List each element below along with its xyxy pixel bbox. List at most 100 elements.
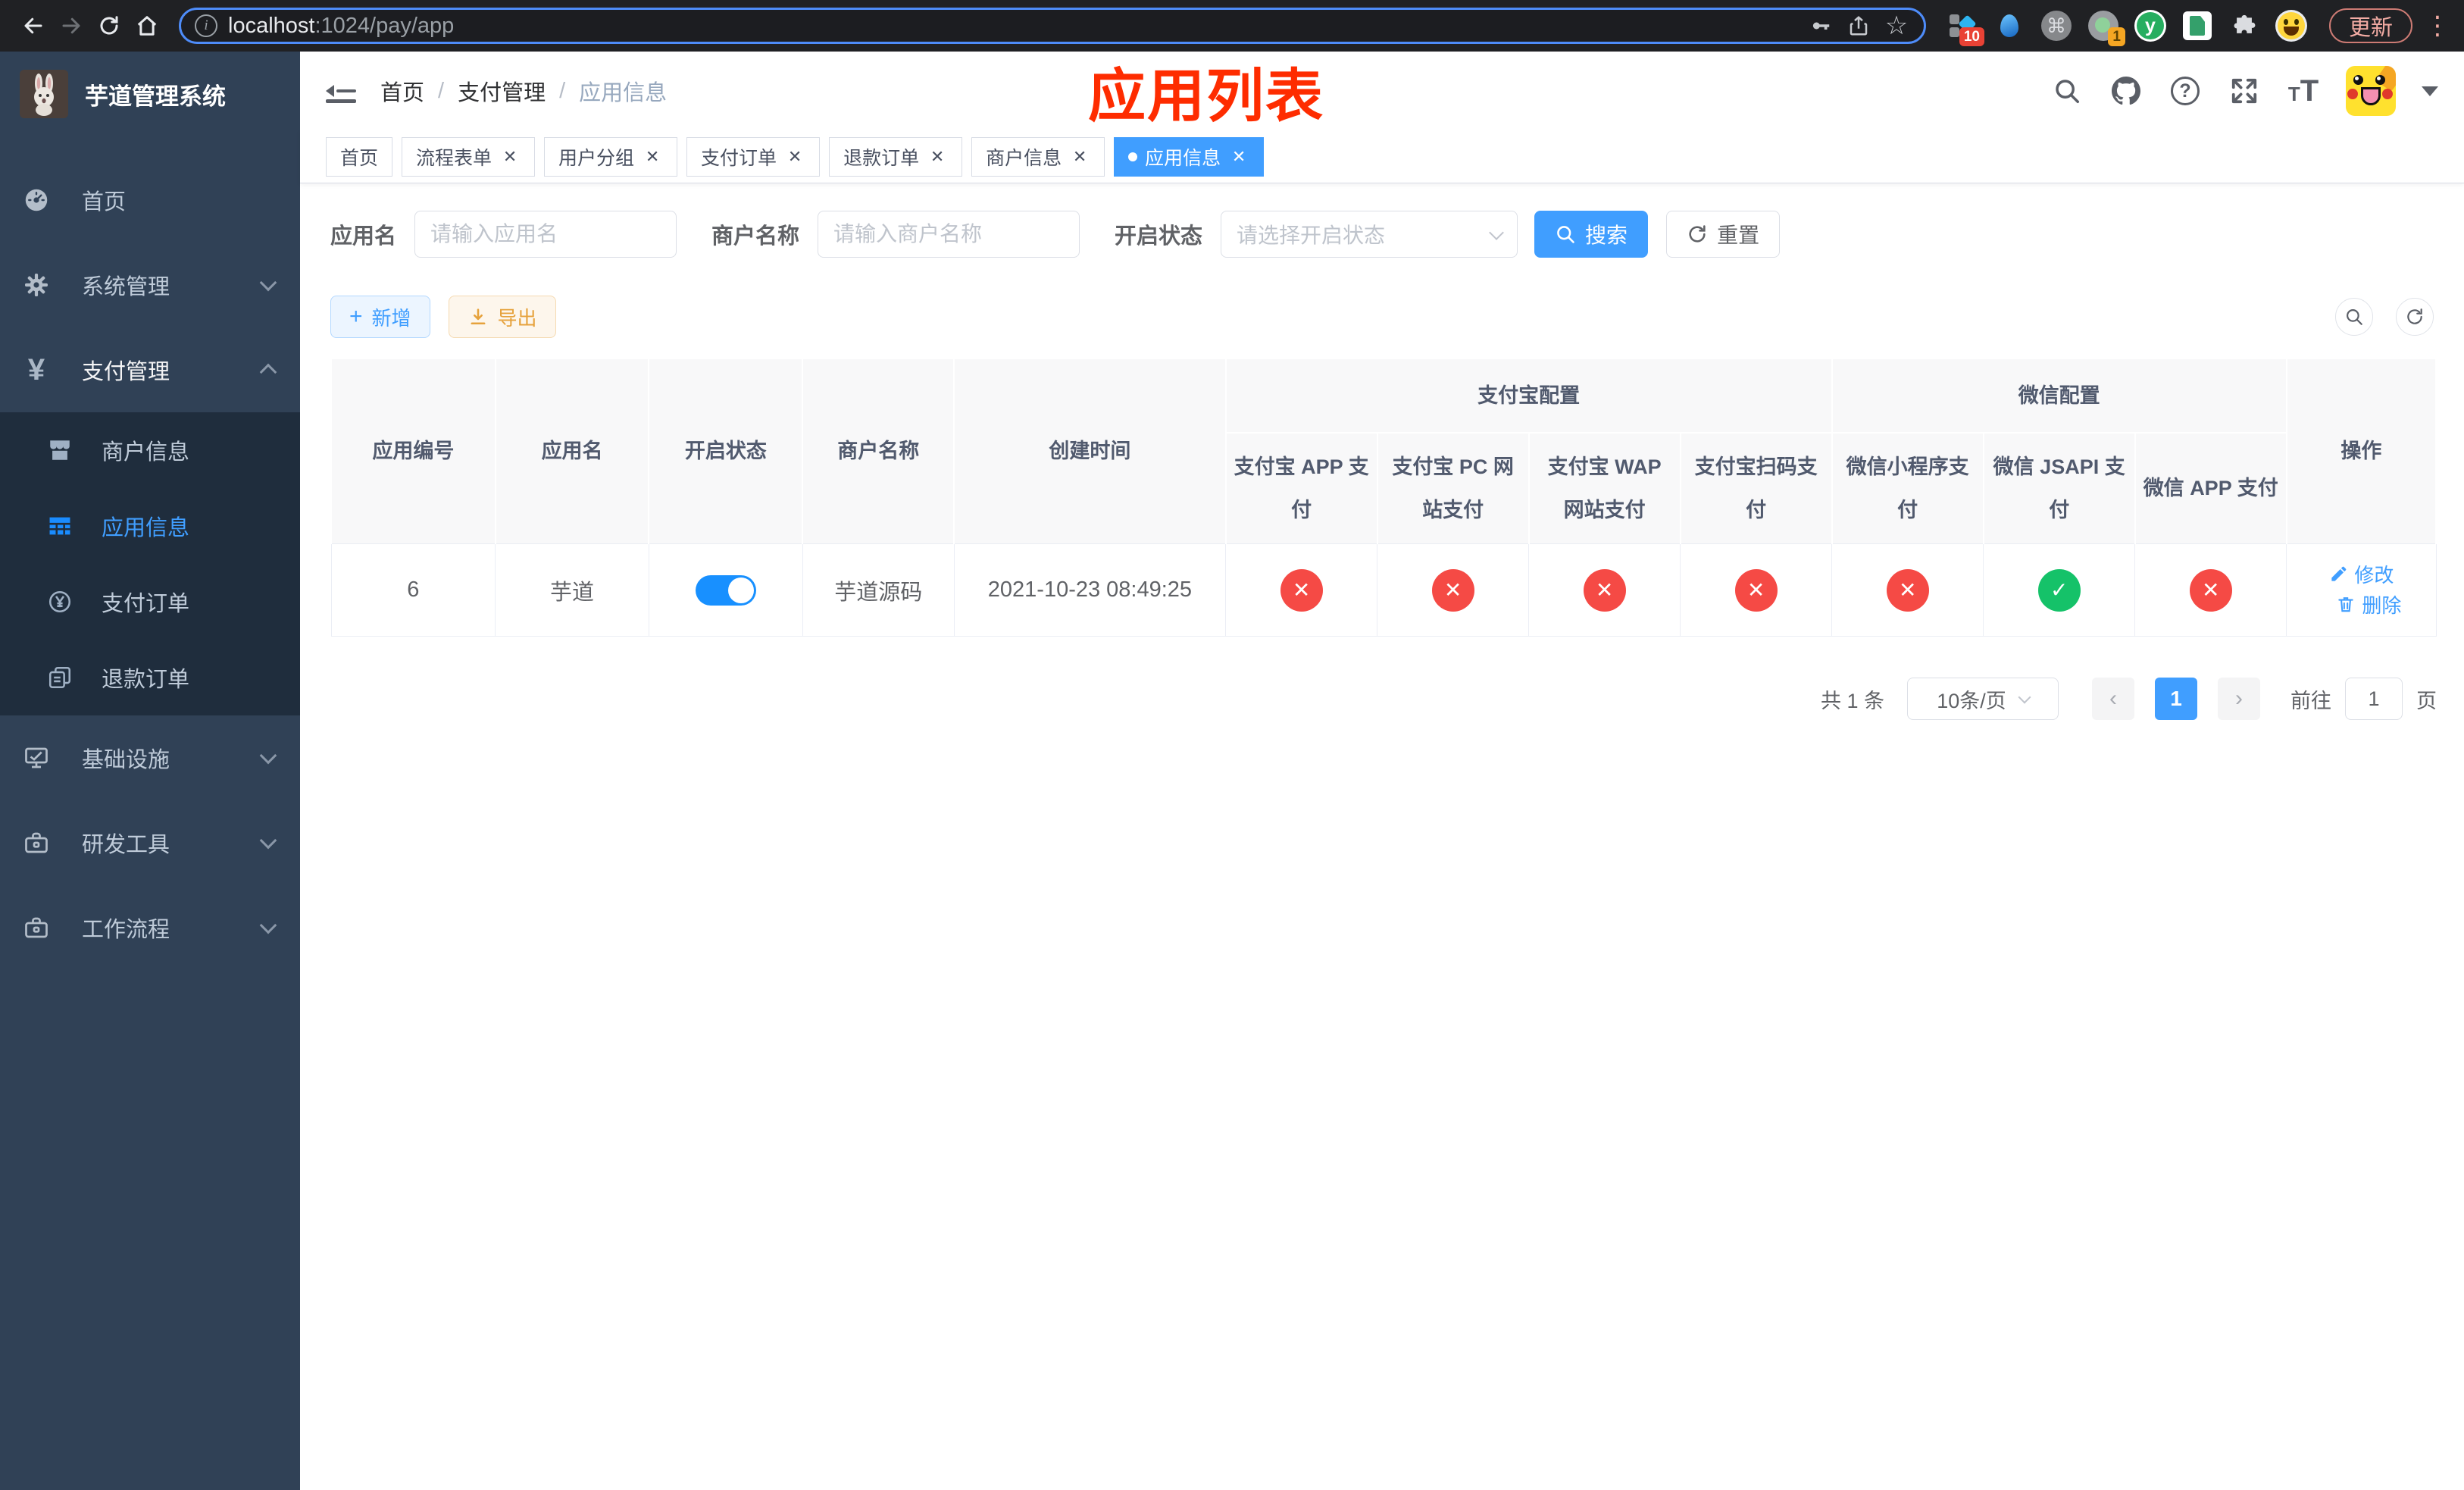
sidebar-item-infra[interactable]: 基础设施 (0, 715, 300, 800)
status-select[interactable]: 请选择开启状态 (1221, 211, 1518, 258)
sidebar-item-label: 首页 (82, 190, 127, 214)
browser-forward-button[interactable] (55, 9, 88, 42)
chrome-update-button[interactable]: 更新 (2328, 8, 2412, 43)
sidebar-item-pay-order[interactable]: 支付订单 (0, 564, 300, 640)
sidebar-item-home[interactable]: 首页 (0, 158, 300, 243)
browser-reload-button[interactable] (92, 9, 126, 42)
toolbox-icon (21, 828, 52, 858)
sidebar-item-label: 退款订单 (102, 668, 190, 692)
page-size-select[interactable]: 10条/页 (1907, 678, 2059, 721)
add-button[interactable]: + 新增 (330, 296, 430, 338)
yen-circle-icon (45, 587, 74, 616)
breadcrumb-home[interactable]: 首页 (380, 75, 424, 107)
search-form: 应用名 商户名称 开启状态 请选择开启状态 搜索 重置 (330, 211, 2437, 258)
site-info-icon[interactable]: i (195, 14, 217, 37)
chevron-down-icon (259, 747, 277, 765)
sidebar-item-workflow[interactable]: 工作流程 (0, 885, 300, 970)
status-x-icon: ✕ (1886, 568, 1929, 612)
sidebar-collapse-icon[interactable] (326, 78, 356, 104)
user-avatar[interactable] (2346, 66, 2396, 116)
close-icon[interactable]: ✕ (499, 146, 521, 167)
extension-y-icon[interactable]: y (2134, 10, 2166, 42)
browser-home-button[interactable] (130, 9, 164, 42)
goto-page-input[interactable] (2345, 678, 2403, 721)
sidebar: 芋道管理系统 首页 系统管理 ¥ 支付管理 商户信息 应用信息 支付订单 退款订… (0, 52, 300, 1490)
profile-avatar[interactable] (2275, 10, 2307, 42)
export-button[interactable]: 导出 (448, 296, 556, 338)
toggle-search-button[interactable] (2335, 298, 2373, 336)
extension-command-icon[interactable]: ⌘ (2040, 10, 2072, 42)
cell-app-id: 6 (330, 543, 496, 637)
search-icon (1557, 226, 1574, 243)
gear-icon (21, 270, 52, 300)
app-logo-row[interactable]: 芋道管理系统 (0, 52, 300, 136)
tab-refund-order[interactable]: 退款订单 ✕ (829, 136, 963, 177)
documents-icon (45, 663, 74, 692)
cell-app-name: 芋道 (495, 543, 649, 637)
breadcrumb-separator: / (559, 78, 566, 103)
reset-button[interactable]: 重置 (1666, 211, 1781, 258)
status-x-icon: ✕ (1583, 568, 1626, 612)
grid-table-icon (45, 512, 74, 540)
extensions-puzzle-icon[interactable] (2228, 10, 2260, 42)
prev-page-button[interactable]: ‹ (2092, 678, 2134, 721)
chevron-down-icon (1489, 224, 1504, 240)
browser-chrome: i localhost:1024/pay/app ☆ 10 ⌘ 1 y 更新 ⋮ (0, 0, 2464, 52)
tab-app-info[interactable]: 应用信息 ✕ (1114, 136, 1265, 177)
fullscreen-icon[interactable] (2228, 74, 2261, 108)
close-icon[interactable]: ✕ (1228, 146, 1249, 167)
extension-camera-icon[interactable]: 1 (2087, 10, 2125, 46)
col-group-alipay: 支付宝配置 (1224, 358, 1833, 434)
bookmark-star-icon[interactable]: ☆ (1883, 12, 1910, 39)
close-icon[interactable]: ✕ (1069, 146, 1090, 167)
tab-merchant-info[interactable]: 商户信息 ✕ (971, 136, 1105, 177)
active-dot (1128, 152, 1138, 161)
help-icon[interactable]: ? (2169, 74, 2202, 108)
close-icon[interactable]: ✕ (642, 146, 663, 167)
status-toggle[interactable] (695, 574, 756, 606)
app-name-input[interactable] (414, 211, 677, 258)
avatar-caret-icon[interactable] (2422, 86, 2438, 96)
sidebar-item-dev-tools[interactable]: 研发工具 (0, 800, 300, 885)
download-icon (471, 308, 485, 325)
sidebar-item-refund-order[interactable]: 退款订单 (0, 640, 300, 715)
github-icon[interactable] (2109, 74, 2143, 108)
breadcrumb-level1[interactable]: 支付管理 (458, 75, 546, 107)
password-key-icon[interactable] (1807, 12, 1834, 39)
sidebar-item-pay[interactable]: ¥ 支付管理 (0, 327, 300, 412)
delete-link[interactable]: 删除 (2336, 590, 2401, 618)
edit-link[interactable]: 修改 (2328, 560, 2394, 588)
extension-doc-icon[interactable] (2181, 10, 2213, 42)
next-page-button[interactable]: › (2218, 678, 2260, 721)
refresh-table-button[interactable] (2396, 298, 2434, 336)
chevron-down-icon (259, 831, 277, 850)
search-button[interactable]: 搜索 (1534, 211, 1649, 258)
navbar: 首页 / 支付管理 / 应用信息 应用列表 ? TT (300, 52, 2464, 130)
status-label: 开启状态 (1115, 224, 1203, 249)
close-icon[interactable]: ✕ (784, 146, 805, 167)
browser-back-button[interactable] (17, 9, 50, 42)
tab-home[interactable]: 首页 (326, 136, 393, 177)
plus-icon: + (349, 304, 363, 329)
header-search-icon[interactable] (2050, 74, 2084, 108)
close-icon[interactable]: ✕ (927, 146, 948, 167)
extension-grid-icon[interactable]: 10 (1946, 10, 1984, 46)
cell-merchant-name: 芋道源码 (802, 543, 955, 637)
extension-kite-icon[interactable] (1993, 10, 2025, 42)
chevron-down-icon (259, 916, 277, 934)
tab-process-form[interactable]: 流程表单 ✕ (402, 136, 536, 177)
browser-menu-icon[interactable]: ⋮ (2425, 11, 2450, 41)
sidebar-item-app-info[interactable]: 应用信息 (0, 488, 300, 564)
pagination: 共 1 条 10条/页 ‹ 1 › 前往 页 (330, 678, 2437, 721)
sidebar-item-merchant-info[interactable]: 商户信息 (0, 412, 300, 488)
tab-pay-order[interactable]: 支付订单 ✕ (686, 136, 821, 177)
page-suffix: 页 (2416, 689, 2437, 712)
font-size-icon[interactable]: TT (2287, 74, 2320, 108)
sidebar-item-system[interactable]: 系统管理 (0, 243, 300, 327)
col-create-time: 创建时间 (953, 358, 1227, 545)
url-bar[interactable]: i localhost:1024/pay/app ☆ (179, 8, 1926, 44)
tab-user-group[interactable]: 用户分组 ✕ (544, 136, 678, 177)
share-icon[interactable] (1845, 12, 1872, 39)
current-page-button[interactable]: 1 (2155, 678, 2197, 721)
merchant-name-input[interactable] (818, 211, 1080, 258)
